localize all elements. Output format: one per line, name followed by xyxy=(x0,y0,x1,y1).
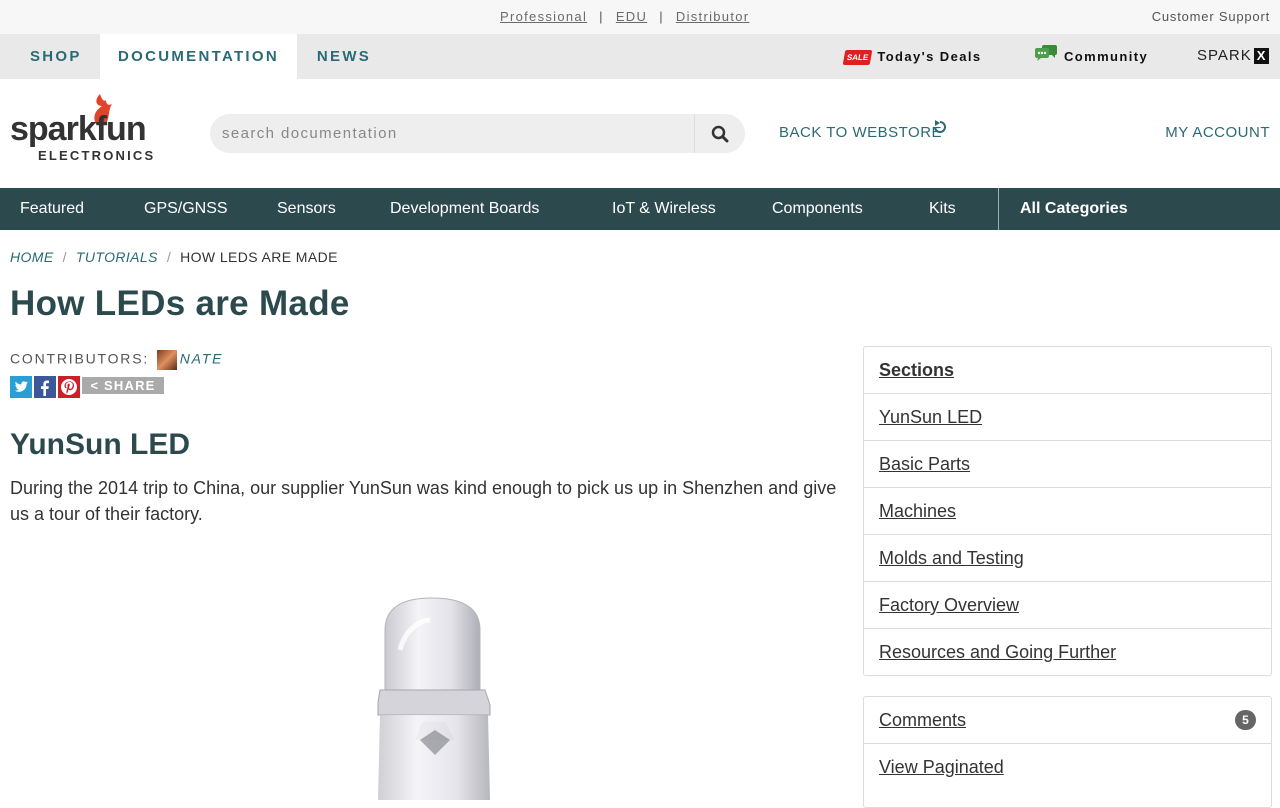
page-options-panel: Comments 5 View Paginated xyxy=(863,696,1272,808)
section-link-label: Resources and Going Further xyxy=(879,642,1117,662)
breadcrumb: HOME / TUTORIALS / HOW LEDS ARE MADE xyxy=(10,249,338,265)
section-link[interactable]: Basic Parts xyxy=(864,440,1271,487)
category-kits[interactable]: Kits xyxy=(929,188,956,230)
search-button[interactable] xyxy=(694,114,745,153)
utility-bar: Professional | EDU | Distributor Customer Su… xyxy=(0,0,1280,34)
twitter-icon[interactable] xyxy=(10,376,32,398)
sections-heading[interactable]: Sections xyxy=(864,347,1271,393)
category-bar: Featured GPS/GNSS Sensors Development Bo… xyxy=(0,188,1280,230)
comments-count-badge: 5 xyxy=(1235,710,1256,730)
search-icon xyxy=(711,125,729,142)
chat-bubbles-icon xyxy=(1034,35,1058,80)
avatar xyxy=(156,350,177,370)
edu-link[interactable]: EDU xyxy=(616,9,647,24)
professional-link[interactable]: Professional xyxy=(500,9,587,24)
section-link[interactable]: YunSun LED xyxy=(864,393,1271,440)
breadcrumb-home[interactable]: HOME xyxy=(10,249,54,265)
sparkx-logo[interactable]: SPARK X xyxy=(1197,47,1270,65)
pinterest-icon[interactable] xyxy=(58,376,80,398)
my-account-link[interactable]: MY ACCOUNT xyxy=(1165,124,1270,141)
return-arrow-icon xyxy=(931,118,949,141)
category-gps-gnss[interactable]: GPS/GNSS xyxy=(144,188,228,230)
tab-documentation[interactable]: DOCUMENTATION xyxy=(100,34,297,79)
section-link-label: Basic Parts xyxy=(879,454,971,474)
sections-heading-label: Sections xyxy=(879,360,955,380)
divider xyxy=(998,188,999,230)
contributor-link[interactable]: NATE xyxy=(180,351,224,367)
section-link-label: Machines xyxy=(879,501,957,521)
tab-shop[interactable]: SHOP xyxy=(0,34,100,79)
section-link[interactable]: Factory Overview xyxy=(864,581,1271,628)
todays-deals-label: Today's Deals xyxy=(877,49,982,64)
category-development-boards[interactable]: Development Boards xyxy=(390,188,539,230)
breadcrumb-current: HOW LEDS ARE MADE xyxy=(180,249,338,265)
share-label: SHARE xyxy=(104,378,156,393)
section-link-label: Molds and Testing xyxy=(879,548,1024,568)
category-featured[interactable]: Featured xyxy=(20,188,84,230)
sparkx-text: SPARK xyxy=(1197,47,1252,64)
community-label: Community xyxy=(1064,49,1149,64)
category-all-categories[interactable]: All Categories xyxy=(1020,188,1128,230)
utility-links: Professional | EDU | Distributor xyxy=(500,9,749,24)
logo-subtitle: ELECTRONICS xyxy=(38,148,155,162)
contributors-label: CONTRIBUTORS: xyxy=(10,350,150,367)
article-paragraph: During the 2014 trip to China, our suppl… xyxy=(10,478,837,524)
divider: | xyxy=(659,9,664,24)
view-paginated-link[interactable]: View Paginated xyxy=(864,743,1271,790)
comments-link[interactable]: Comments 5 xyxy=(864,697,1271,743)
comments-label: Comments xyxy=(879,710,967,730)
section-link-label: Factory Overview xyxy=(879,595,1020,615)
breadcrumb-separator: / xyxy=(166,249,172,265)
sparkx-x: X xyxy=(1253,48,1270,64)
customer-support-link[interactable]: Customer Support xyxy=(1152,9,1270,24)
search-box xyxy=(210,114,745,153)
main-nav: SHOP DOCUMENTATION NEWS SALE Today's Deal… xyxy=(0,34,1280,79)
community-link[interactable]: Community xyxy=(1034,34,1148,79)
section-link[interactable]: Molds and Testing xyxy=(864,534,1271,581)
divider: | xyxy=(599,9,604,24)
logo-wordmark: sparkfun xyxy=(10,110,146,148)
category-iot-wireless[interactable]: IoT & Wireless xyxy=(612,188,716,230)
contributors: CONTRIBUTORS: NATE xyxy=(10,350,223,370)
todays-deals-link[interactable]: SALE Today's Deals xyxy=(842,34,982,79)
search-input[interactable] xyxy=(210,114,694,153)
sparkfun-logo[interactable]: sparkfun ELECTRONICS xyxy=(10,92,172,163)
facebook-icon[interactable] xyxy=(34,376,56,398)
breadcrumb-separator: / xyxy=(62,249,67,265)
category-sensors[interactable]: Sensors xyxy=(277,188,336,230)
section-link[interactable]: Machines xyxy=(864,487,1271,534)
view-paginated-label: View Paginated xyxy=(879,757,1004,777)
section-heading: YunSun LED xyxy=(10,428,190,461)
section-link[interactable]: Resources and Going Further xyxy=(864,628,1271,675)
led-image xyxy=(360,590,510,800)
sale-tag-icon: SALE xyxy=(842,50,873,66)
sections-panel: Sections YunSun LED Basic Parts Machines… xyxy=(863,346,1272,676)
share-button[interactable]: < SHARE xyxy=(82,377,164,394)
page-title: How LEDs are Made xyxy=(10,284,350,323)
category-components[interactable]: Components xyxy=(772,188,863,230)
tab-news[interactable]: NEWS xyxy=(297,34,391,79)
back-to-webstore-link[interactable]: BACK TO WEBSTORE xyxy=(779,124,942,141)
distributor-link[interactable]: Distributor xyxy=(676,9,750,24)
section-link-label: YunSun LED xyxy=(879,407,983,427)
breadcrumb-tutorials[interactable]: TUTORIALS xyxy=(76,249,158,265)
